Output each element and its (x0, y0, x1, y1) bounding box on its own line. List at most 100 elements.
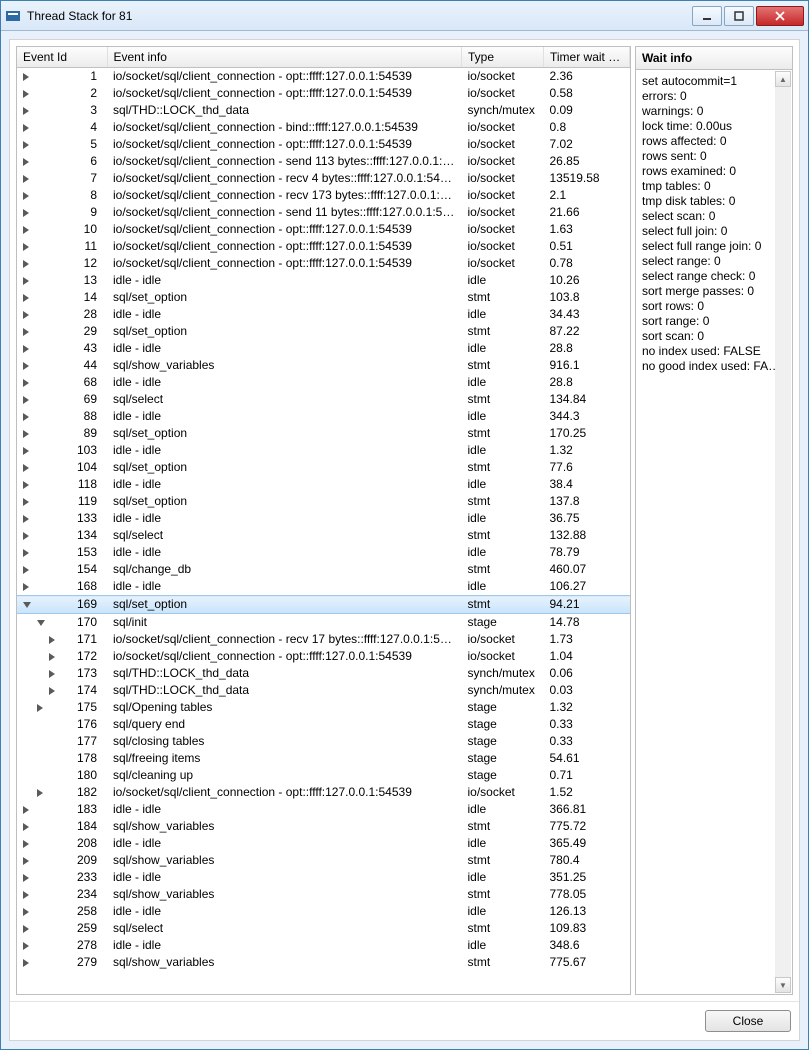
table-row[interactable]: 3sql/THD::LOCK_thd_datasynch/mutex0.09 (17, 102, 630, 119)
table-row[interactable]: 11io/socket/sql/client_connection - opt:… (17, 238, 630, 255)
expander-closed-icon[interactable] (23, 447, 29, 455)
expander-closed-icon[interactable] (23, 345, 29, 353)
expander-closed-icon[interactable] (23, 192, 29, 200)
expander-closed-icon[interactable] (23, 260, 29, 268)
table-row[interactable]: 89sql/set_optionstmt170.25 (17, 425, 630, 442)
expander-closed-icon[interactable] (23, 209, 29, 217)
table-row[interactable]: 1io/socket/sql/client_connection - opt::… (17, 68, 630, 86)
table-row[interactable]: 134sql/selectstmt132.88 (17, 527, 630, 544)
table-row[interactable]: 69sql/selectstmt134.84 (17, 391, 630, 408)
table-row[interactable]: 177sql/closing tablesstage0.33 (17, 733, 630, 750)
expander-closed-icon[interactable] (23, 840, 29, 848)
expander-closed-icon[interactable] (23, 549, 29, 557)
expander-closed-icon[interactable] (23, 959, 29, 967)
table-row[interactable]: 184sql/show_variablesstmt775.72 (17, 818, 630, 835)
close-window-button[interactable] (756, 6, 804, 26)
expander-closed-icon[interactable] (23, 226, 29, 234)
expander-closed-icon[interactable] (23, 90, 29, 98)
table-row[interactable]: 9io/socket/sql/client_connection - send … (17, 204, 630, 221)
expander-closed-icon[interactable] (23, 379, 29, 387)
expander-closed-icon[interactable] (23, 362, 29, 370)
table-row[interactable]: 118idle - idleidle38.4 (17, 476, 630, 493)
table-row[interactable]: 178sql/freeing itemsstage54.61 (17, 750, 630, 767)
table-row[interactable]: 8io/socket/sql/client_connection - recv … (17, 187, 630, 204)
table-row[interactable]: 103idle - idleidle1.32 (17, 442, 630, 459)
table-row[interactable]: 183idle - idleidle366.81 (17, 801, 630, 818)
expander-closed-icon[interactable] (23, 328, 29, 336)
table-row[interactable]: 44sql/show_variablesstmt916.1 (17, 357, 630, 374)
table-row[interactable]: 133idle - idleidle36.75 (17, 510, 630, 527)
expander-closed-icon[interactable] (23, 925, 29, 933)
expander-closed-icon[interactable] (23, 430, 29, 438)
table-row[interactable]: 13idle - idleidle10.26 (17, 272, 630, 289)
table-row[interactable]: 279sql/show_variablesstmt775.67 (17, 954, 630, 971)
minimize-button[interactable] (692, 6, 722, 26)
table-row[interactable]: 170sql/initstage14.78 (17, 614, 630, 632)
expander-closed-icon[interactable] (23, 942, 29, 950)
expander-closed-icon[interactable] (23, 73, 29, 81)
expander-closed-icon[interactable] (23, 857, 29, 865)
table-row[interactable]: 234sql/show_variablesstmt778.05 (17, 886, 630, 903)
table-row[interactable]: 88idle - idleidle344.3 (17, 408, 630, 425)
table-row[interactable]: 10io/socket/sql/client_connection - opt:… (17, 221, 630, 238)
close-button[interactable]: Close (705, 1010, 791, 1032)
table-row[interactable]: 169sql/set_optionstmt94.21 (17, 596, 630, 614)
expander-closed-icon[interactable] (23, 124, 29, 132)
table-row[interactable]: 104sql/set_optionstmt77.6 (17, 459, 630, 476)
expander-closed-icon[interactable] (49, 636, 55, 644)
table-row[interactable]: 180sql/cleaning upstage0.71 (17, 767, 630, 784)
expander-closed-icon[interactable] (23, 175, 29, 183)
table-row[interactable]: 173sql/THD::LOCK_thd_datasynch/mutex0.06 (17, 665, 630, 682)
col-header-timer[interactable]: Timer wait [µs] (544, 47, 630, 68)
events-table-wrap[interactable]: Event Id Event info Type Timer wait [µs]… (16, 46, 631, 995)
table-row[interactable]: 14sql/set_optionstmt103.8 (17, 289, 630, 306)
table-row[interactable]: 171io/socket/sql/client_connection - rec… (17, 631, 630, 648)
expander-closed-icon[interactable] (23, 311, 29, 319)
expander-closed-icon[interactable] (49, 687, 55, 695)
table-row[interactable]: 176sql/query endstage0.33 (17, 716, 630, 733)
table-row[interactable]: 154sql/change_dbstmt460.07 (17, 561, 630, 578)
col-header-type[interactable]: Type (462, 47, 544, 68)
maximize-button[interactable] (724, 6, 754, 26)
expander-closed-icon[interactable] (23, 141, 29, 149)
table-row[interactable]: 119sql/set_optionstmt137.8 (17, 493, 630, 510)
table-row[interactable]: 4io/socket/sql/client_connection - bind:… (17, 119, 630, 136)
expander-closed-icon[interactable] (23, 481, 29, 489)
expander-closed-icon[interactable] (23, 413, 29, 421)
expander-closed-icon[interactable] (23, 806, 29, 814)
table-row[interactable]: 233idle - idleidle351.25 (17, 869, 630, 886)
table-row[interactable]: 68idle - idleidle28.8 (17, 374, 630, 391)
expander-closed-icon[interactable] (23, 498, 29, 506)
expander-closed-icon[interactable] (23, 107, 29, 115)
expander-closed-icon[interactable] (23, 891, 29, 899)
table-row[interactable]: 153idle - idleidle78.79 (17, 544, 630, 561)
expander-closed-icon[interactable] (23, 874, 29, 882)
table-row[interactable]: 6io/socket/sql/client_connection - send … (17, 153, 630, 170)
expander-closed-icon[interactable] (23, 277, 29, 285)
table-row[interactable]: 7io/socket/sql/client_connection - recv … (17, 170, 630, 187)
table-row[interactable]: 43idle - idleidle28.8 (17, 340, 630, 357)
table-row[interactable]: 258idle - idleidle126.13 (17, 903, 630, 920)
expander-closed-icon[interactable] (23, 294, 29, 302)
expander-closed-icon[interactable] (49, 653, 55, 661)
expander-closed-icon[interactable] (49, 670, 55, 678)
table-row[interactable]: 12io/socket/sql/client_connection - opt:… (17, 255, 630, 272)
table-row[interactable]: 259sql/selectstmt109.83 (17, 920, 630, 937)
col-header-event-id[interactable]: Event Id (17, 47, 107, 68)
col-header-event-info[interactable]: Event info (107, 47, 462, 68)
expander-open-icon[interactable] (37, 620, 45, 626)
expander-open-icon[interactable] (23, 602, 31, 608)
table-row[interactable]: 28idle - idleidle34.43 (17, 306, 630, 323)
table-row[interactable]: 174sql/THD::LOCK_thd_datasynch/mutex0.03 (17, 682, 630, 699)
expander-closed-icon[interactable] (23, 532, 29, 540)
table-row[interactable]: 2io/socket/sql/client_connection - opt::… (17, 85, 630, 102)
table-row[interactable]: 278idle - idleidle348.6 (17, 937, 630, 954)
table-row[interactable]: 175sql/Opening tablesstage1.32 (17, 699, 630, 716)
titlebar[interactable]: Thread Stack for 81 (1, 1, 808, 31)
expander-closed-icon[interactable] (23, 823, 29, 831)
table-row[interactable]: 29sql/set_optionstmt87.22 (17, 323, 630, 340)
table-row[interactable]: 168idle - idleidle106.27 (17, 578, 630, 596)
expander-closed-icon[interactable] (37, 789, 43, 797)
expander-closed-icon[interactable] (23, 583, 29, 591)
expander-closed-icon[interactable] (23, 158, 29, 166)
